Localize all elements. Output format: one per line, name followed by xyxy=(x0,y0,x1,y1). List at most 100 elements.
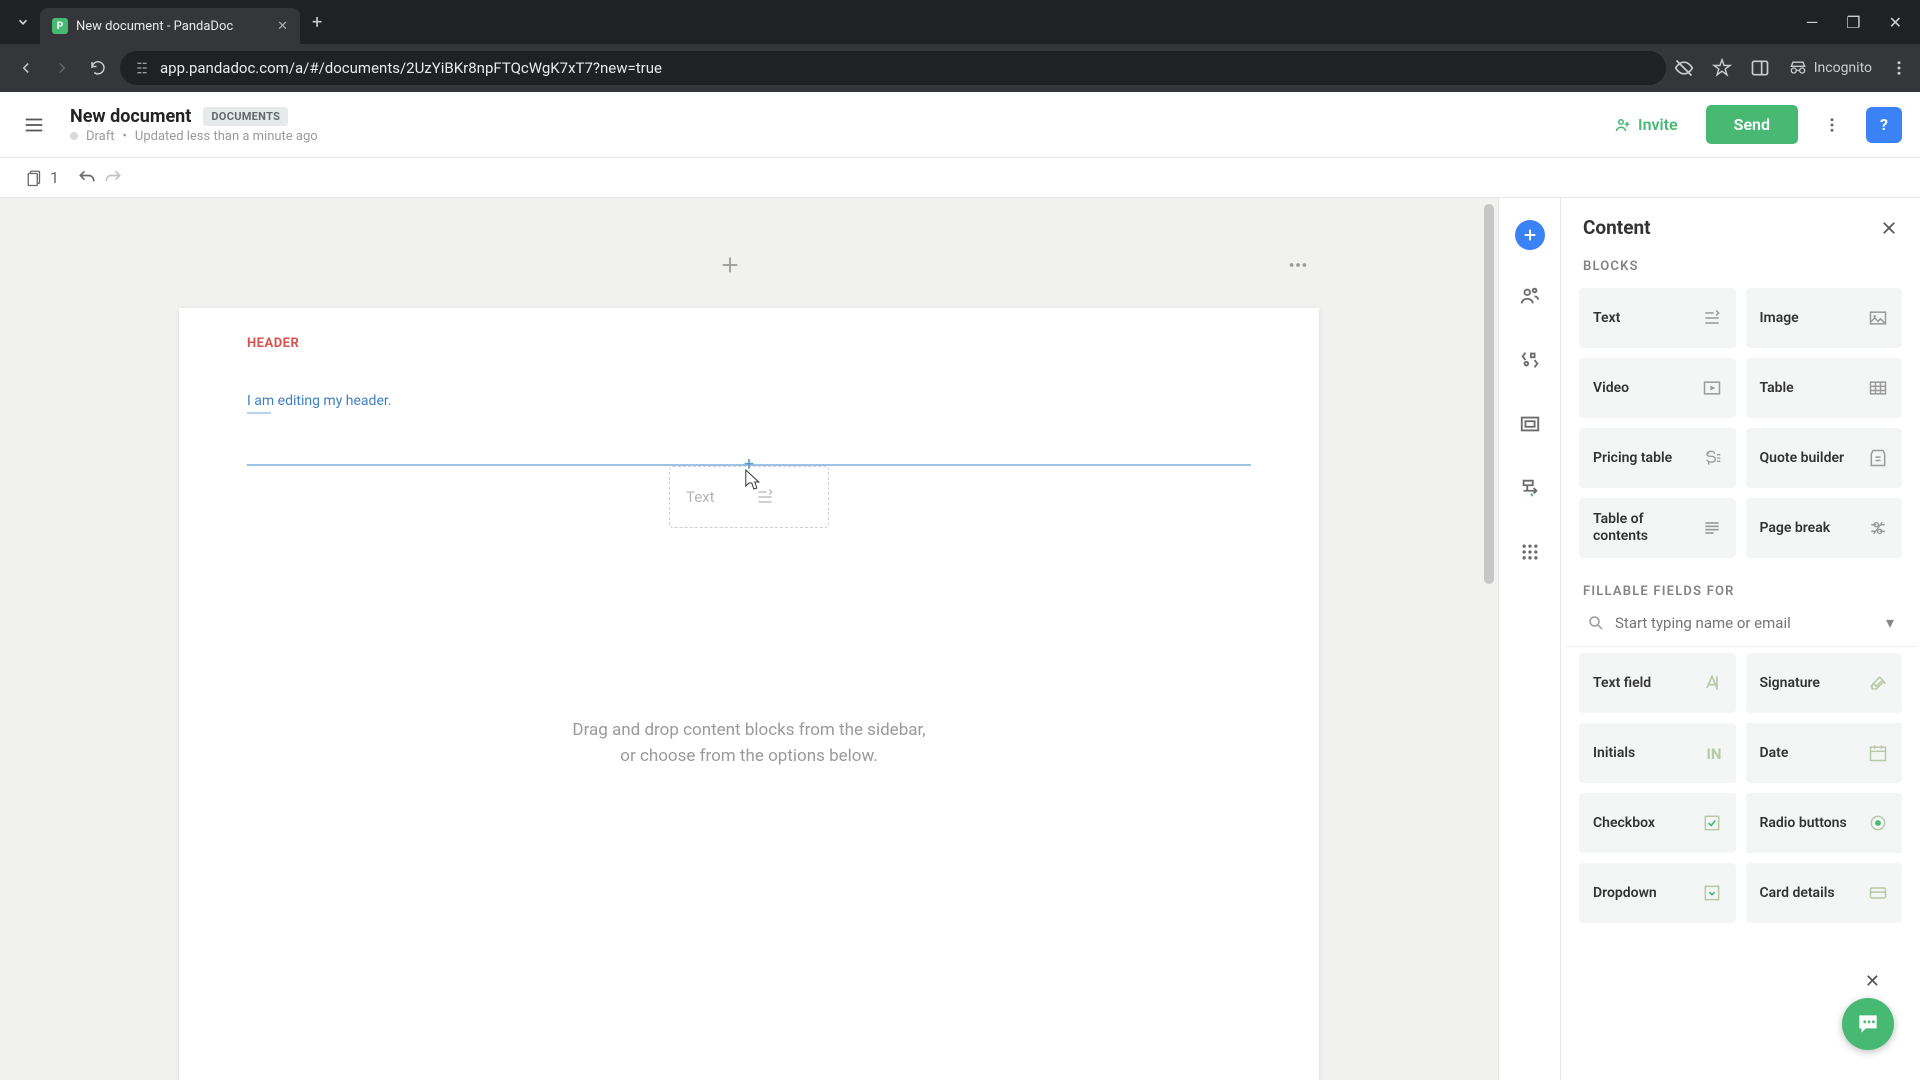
field-card-details[interactable]: Card details xyxy=(1746,863,1903,923)
canvas[interactable]: HEADER I am editing my header. + Text Dr… xyxy=(0,198,1498,1080)
forward-button[interactable] xyxy=(48,54,76,82)
back-button[interactable] xyxy=(12,54,40,82)
close-window-icon[interactable]: ✕ xyxy=(1889,13,1902,32)
block-icon xyxy=(1868,378,1888,398)
browser-tab-bar: P New document - PandaDoc ✕ + ― ❐ ✕ xyxy=(0,0,1920,44)
browser-tab-active[interactable]: P New document - PandaDoc ✕ xyxy=(40,8,300,44)
undo-button[interactable] xyxy=(77,168,97,188)
block-table[interactable]: Table xyxy=(1746,358,1903,418)
block-image[interactable]: Image xyxy=(1746,288,1903,348)
block-icon xyxy=(1868,448,1888,468)
incognito-indicator[interactable]: Incognito xyxy=(1788,58,1872,78)
rail-workflow-icon[interactable] xyxy=(1512,470,1548,506)
editor-toolbar: 1 xyxy=(0,158,1920,198)
document-page[interactable]: HEADER I am editing my header. + Text Dr… xyxy=(179,308,1319,1080)
pointer-cursor-icon xyxy=(740,468,760,492)
page-count: 1 xyxy=(50,168,59,187)
field-text-field[interactable]: Text field xyxy=(1579,653,1736,713)
ghost-block-label: Text xyxy=(686,488,715,506)
text-cursor-underline xyxy=(247,412,271,414)
fillable-section-label: FILLABLE FIELDS FOR xyxy=(1561,576,1920,607)
field-icon xyxy=(1868,813,1888,833)
dropdown-caret-icon[interactable]: ▾ xyxy=(1886,613,1894,632)
pandadoc-favicon: P xyxy=(52,18,68,34)
page-options-icon[interactable] xyxy=(1287,254,1309,276)
rail-variables-icon[interactable] xyxy=(1512,342,1548,378)
send-button[interactable]: Send xyxy=(1706,105,1798,144)
help-button[interactable]: ? xyxy=(1866,107,1902,143)
updated-text: Updated less than a minute ago xyxy=(135,129,318,144)
header-block-label: HEADER xyxy=(247,336,1251,351)
content-panel: Content BLOCKS TextImageVideoTablePricin… xyxy=(1560,198,1920,1080)
field-icon xyxy=(1702,673,1722,693)
search-icon xyxy=(1587,614,1605,632)
block-icon xyxy=(1702,308,1722,328)
browser-address-bar: app.pandadoc.com/a/#/documents/2UzYiBKr8… xyxy=(0,44,1920,92)
redo-button[interactable] xyxy=(103,168,123,188)
invite-button[interactable]: Invite xyxy=(1600,107,1690,142)
chat-fab[interactable] xyxy=(1842,998,1894,1050)
field-icon xyxy=(1868,743,1888,763)
block-pricing-table[interactable]: Pricing table xyxy=(1579,428,1736,488)
blocks-section-label: BLOCKS xyxy=(1561,251,1920,282)
field-date[interactable]: Date xyxy=(1746,723,1903,783)
minimize-icon[interactable]: ― xyxy=(1806,13,1819,32)
field-signature[interactable]: Signature xyxy=(1746,653,1903,713)
maximize-icon[interactable]: ❐ xyxy=(1846,13,1860,32)
workspace: HEADER I am editing my header. + Text Dr… xyxy=(0,198,1920,1080)
rail-apps-icon[interactable] xyxy=(1512,534,1548,570)
field-checkbox[interactable]: Checkbox xyxy=(1579,793,1736,853)
block-icon xyxy=(1702,518,1722,538)
field-icon xyxy=(1702,883,1722,903)
recipient-search-input[interactable] xyxy=(1615,614,1876,632)
tab-search-dropdown[interactable] xyxy=(6,7,40,37)
url-input[interactable]: app.pandadoc.com/a/#/documents/2UzYiBKr8… xyxy=(120,51,1666,85)
chat-dismiss-icon[interactable]: ✕ xyxy=(1865,971,1880,992)
pages-indicator[interactable]: 1 xyxy=(26,168,59,187)
field-dropdown[interactable]: Dropdown xyxy=(1579,863,1736,923)
header-text[interactable]: I am editing my header. xyxy=(247,393,1251,409)
tab-close-icon[interactable]: ✕ xyxy=(277,19,288,34)
window-controls: ― ❐ ✕ xyxy=(1806,13,1914,32)
status-dot-icon xyxy=(70,132,78,140)
block-table-of-contents[interactable]: Table of contents xyxy=(1579,498,1736,558)
block-icon xyxy=(1702,448,1722,468)
url-text: app.pandadoc.com/a/#/documents/2UzYiBKr8… xyxy=(160,59,662,77)
rail-layout-icon[interactable] xyxy=(1512,406,1548,442)
rail-add-content-icon[interactable] xyxy=(1515,220,1545,250)
field-radio-buttons[interactable]: Radio buttons xyxy=(1746,793,1903,853)
add-block-above-button[interactable] xyxy=(719,254,741,276)
block-text[interactable]: Text xyxy=(1579,288,1736,348)
status-text: Draft xyxy=(86,129,115,144)
site-settings-icon[interactable] xyxy=(134,60,150,76)
eye-off-icon[interactable] xyxy=(1674,58,1694,78)
hamburger-menu-icon[interactable] xyxy=(18,114,50,136)
insert-line[interactable]: + xyxy=(247,464,1251,466)
document-title[interactable]: New document xyxy=(70,106,191,127)
recipient-search[interactable]: ▾ xyxy=(1565,607,1916,647)
tab-title: New document - PandaDoc xyxy=(76,19,233,34)
block-icon xyxy=(1868,518,1888,538)
scrollbar[interactable] xyxy=(1484,204,1494,584)
more-menu-icon[interactable] xyxy=(1814,107,1850,143)
new-tab-button[interactable]: + xyxy=(312,12,322,33)
block-page-break[interactable]: Page break xyxy=(1746,498,1903,558)
field-icon xyxy=(1868,883,1888,903)
browser-menu-icon[interactable] xyxy=(1890,59,1908,77)
bookmark-star-icon[interactable] xyxy=(1712,58,1732,78)
app-header: New document DOCUMENTS Draft • Updated l… xyxy=(0,92,1920,158)
field-initials[interactable]: InitialsIN xyxy=(1579,723,1736,783)
rail-recipients-icon[interactable] xyxy=(1512,278,1548,314)
block-video[interactable]: Video xyxy=(1579,358,1736,418)
document-subtext: Draft • Updated less than a minute ago xyxy=(70,129,318,144)
block-quote-builder[interactable]: Quote builder xyxy=(1746,428,1903,488)
field-icon xyxy=(1868,673,1888,693)
block-icon xyxy=(1702,378,1722,398)
reload-button[interactable] xyxy=(84,54,112,82)
panel-title: Content xyxy=(1583,216,1651,239)
documents-badge: DOCUMENTS xyxy=(203,107,288,126)
panel-close-icon[interactable] xyxy=(1880,219,1898,237)
field-icon xyxy=(1702,813,1722,833)
block-icon xyxy=(1868,308,1888,328)
side-panel-icon[interactable] xyxy=(1750,58,1770,78)
